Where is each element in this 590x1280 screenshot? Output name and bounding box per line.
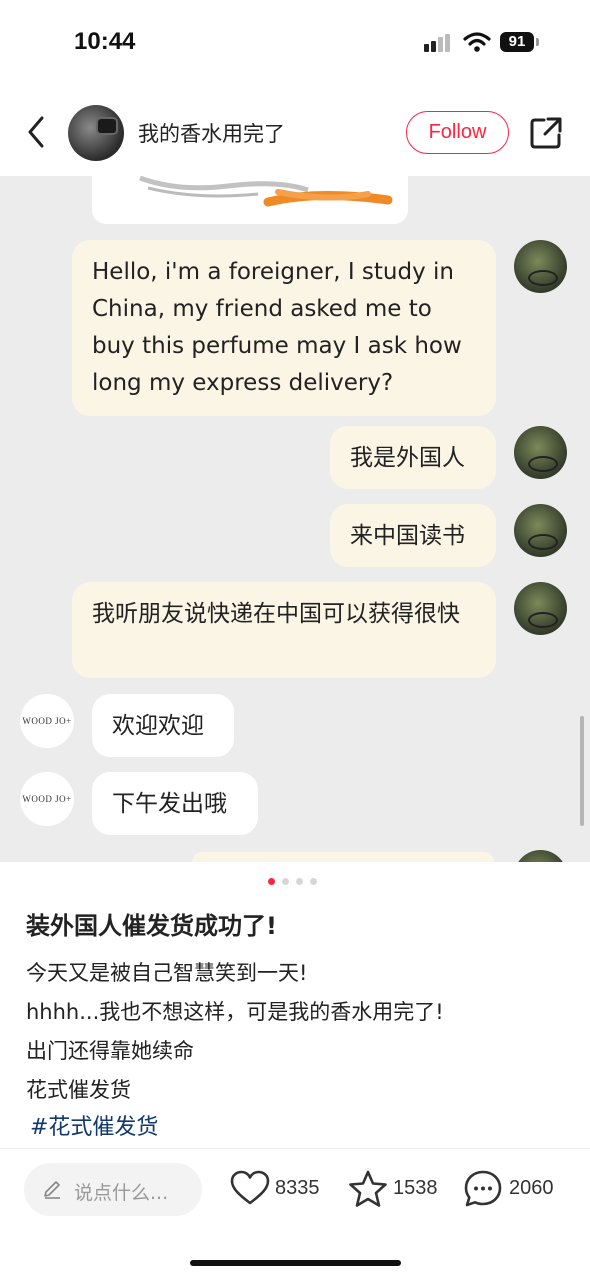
my-avatar bbox=[514, 426, 567, 479]
my-avatar bbox=[514, 504, 567, 557]
post-header: 我的香水用完了 Follow bbox=[0, 90, 590, 176]
post-body: 今天又是被自己智慧笑到一天! hhhh...我也不想这样，可是我的香水用完了! … bbox=[26, 954, 444, 1110]
chat-bubble-mine: 我是外国人 bbox=[330, 426, 496, 489]
my-avatar bbox=[514, 582, 567, 635]
carousel-indicator bbox=[268, 878, 328, 886]
post-line: 今天又是被自己智慧笑到一天! bbox=[26, 961, 308, 985]
post-line: 出门还得靠她续命 bbox=[26, 1039, 194, 1063]
redacted-scribble bbox=[139, 176, 393, 207]
carousel-dot-active bbox=[268, 878, 275, 885]
post-title: 装外国人催发货成功了! bbox=[26, 912, 277, 940]
comment-placeholder: 说点什么... bbox=[74, 1182, 169, 1204]
star-icon bbox=[349, 1170, 387, 1207]
comment-input[interactable]: 说点什么... bbox=[24, 1163, 202, 1216]
comment-count: 2060 bbox=[509, 1177, 554, 1199]
chat-bubble-partial bbox=[192, 852, 494, 862]
back-arrow-icon[interactable] bbox=[22, 112, 52, 152]
home-indicator[interactable] bbox=[190, 1260, 401, 1266]
status-time: 10:44 bbox=[74, 28, 136, 55]
carousel-dot bbox=[310, 878, 317, 885]
like-button[interactable]: 8335 bbox=[230, 1169, 330, 1209]
favorite-button[interactable]: 1538 bbox=[348, 1169, 448, 1209]
wifi-icon bbox=[463, 32, 491, 52]
pencil-icon bbox=[44, 1181, 60, 1199]
follow-button[interactable]: Follow bbox=[406, 111, 509, 154]
my-avatar bbox=[514, 240, 567, 293]
comment-button[interactable]: 2060 bbox=[463, 1169, 573, 1209]
like-count: 8335 bbox=[275, 1177, 320, 1199]
carousel-dot bbox=[282, 878, 289, 885]
cellular-signal-icon bbox=[424, 34, 454, 54]
my-avatar bbox=[514, 850, 567, 862]
chat-bubble-mine: 来中国读书 bbox=[330, 504, 496, 567]
post-line: 花式催发货 bbox=[26, 1078, 131, 1102]
author-name[interactable]: 我的香水用完了 bbox=[138, 118, 285, 148]
favorite-count: 1538 bbox=[393, 1177, 438, 1199]
heart-icon bbox=[230, 1170, 270, 1205]
previous-message-card bbox=[92, 176, 408, 224]
chat-bubble-shop: 欢迎欢迎 bbox=[92, 694, 234, 757]
battery-tip bbox=[536, 38, 539, 46]
chat-bubble-mine: Hello, i'm a foreigner, I study in China… bbox=[72, 240, 496, 416]
share-icon[interactable] bbox=[528, 115, 564, 151]
author-avatar[interactable] bbox=[68, 105, 124, 161]
status-bar: 10:44 91 bbox=[0, 0, 590, 90]
battery-indicator: 91 bbox=[500, 32, 534, 52]
chat-scrollbar bbox=[580, 716, 584, 826]
chat-bubble-mine: 我听朋友说快递在中国可以获得很快 bbox=[72, 582, 496, 678]
hashtag-link[interactable]: #花式催发货 bbox=[30, 1109, 158, 1141]
comment-bubble-icon bbox=[464, 1170, 502, 1207]
post-line: hhhh...我也不想这样，可是我的香水用完了! bbox=[26, 1000, 444, 1024]
chat-bubble-shop: 下午发出哦 bbox=[92, 772, 258, 835]
divider bbox=[0, 1148, 590, 1149]
carousel-dot bbox=[296, 878, 303, 885]
post-image-chat-screenshot[interactable]: Hello, i'm a foreigner, I study in China… bbox=[0, 176, 590, 862]
shop-avatar: WOOD JO+ bbox=[20, 772, 74, 826]
shop-avatar: WOOD JO+ bbox=[20, 694, 74, 748]
